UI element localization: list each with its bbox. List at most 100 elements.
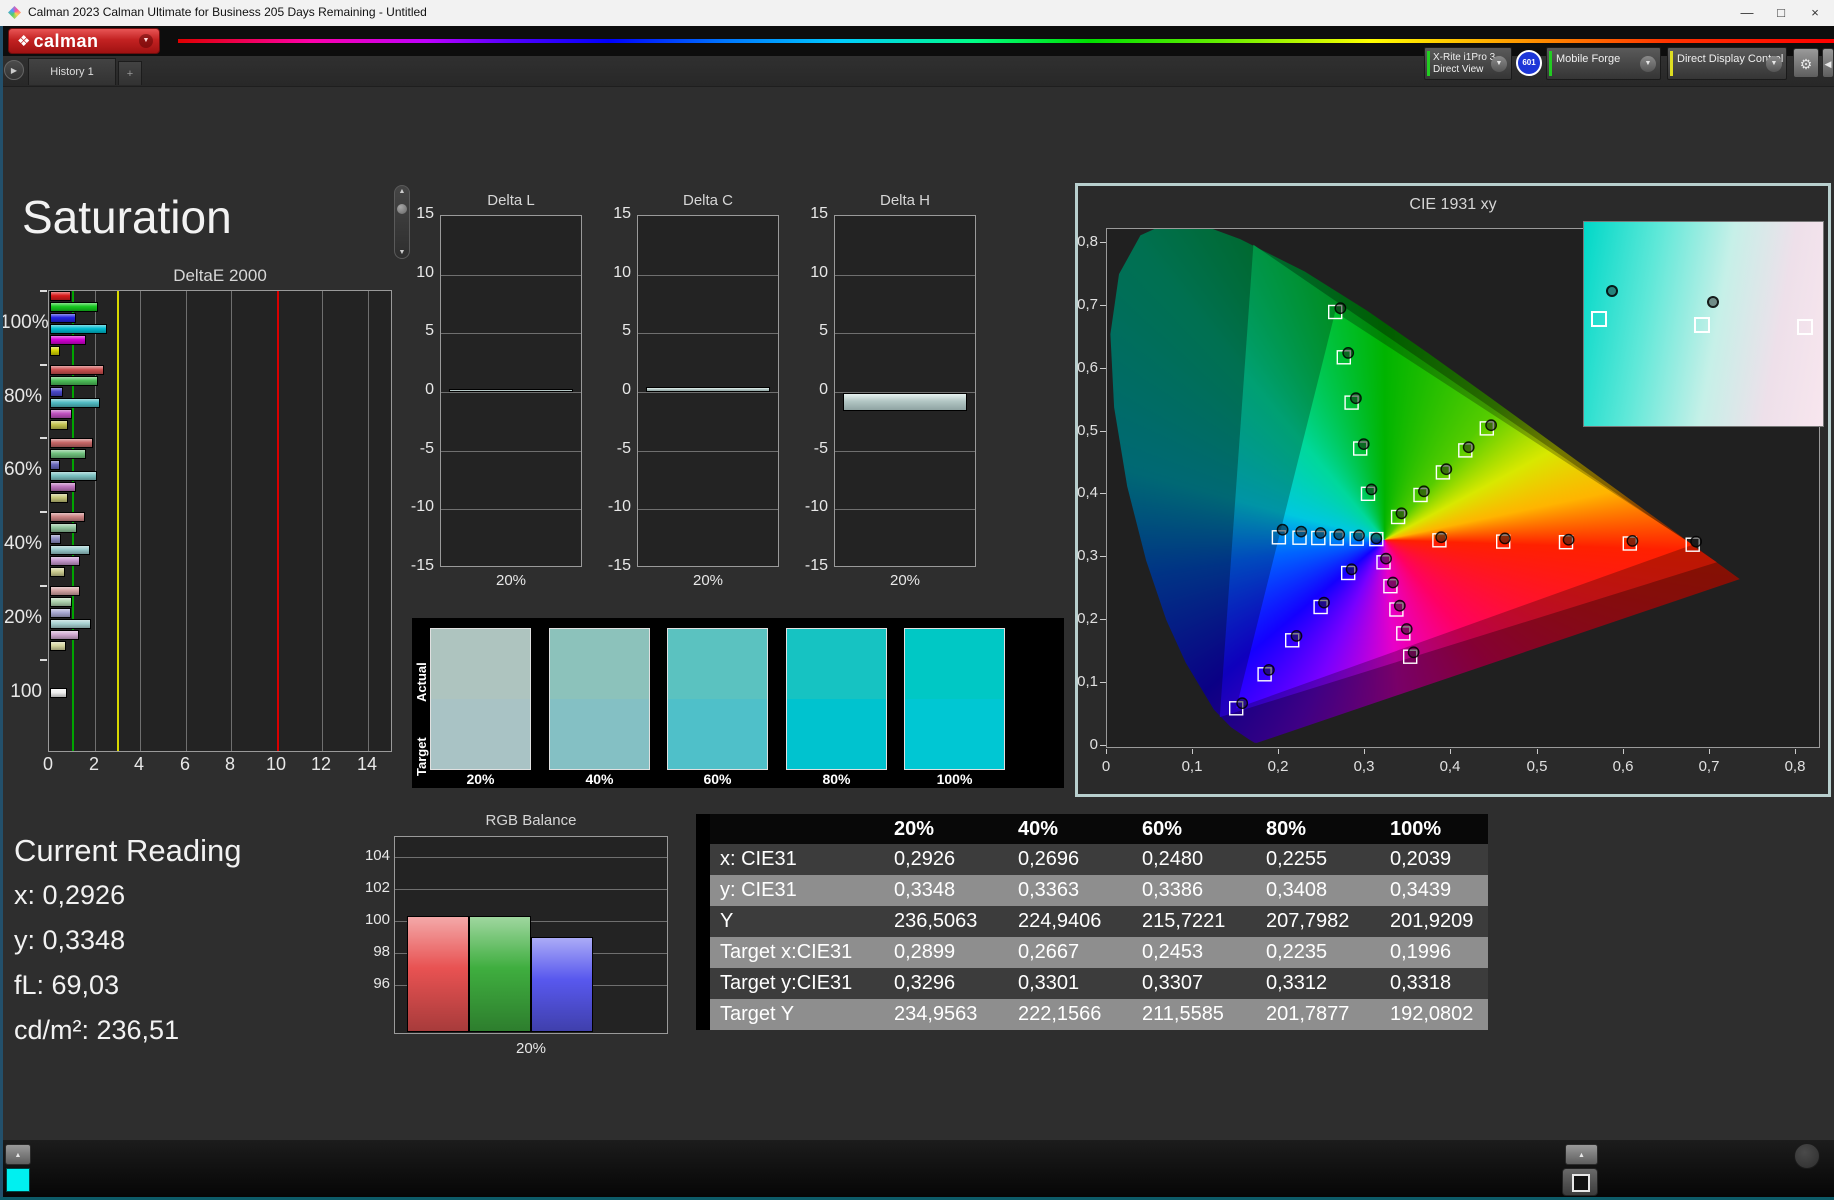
rgb-balance-chart [394,836,668,1034]
deltae-bar [50,438,94,449]
gridline [185,291,187,751]
arrow-up-icon: ▲ [1578,1152,1585,1159]
target-row-label: Target [414,737,429,776]
cie-y-label: 0,3 [1077,547,1098,564]
deltae-x-label: 6 [179,754,190,774]
table-cell: 0,2899 [868,937,992,968]
spectrum-bar [178,39,1834,43]
gridline [835,274,975,276]
scroll-down-icon[interactable]: ▼ [395,249,409,256]
minimize-button[interactable]: — [1730,0,1764,25]
rgb-y-label: 98 [373,943,390,960]
row-label: Y [710,906,868,937]
saturation-table: 20% 40% 60% 80% 100% x: CIE31 0,2926 0,2696 0,24… [696,814,1488,1030]
tab-scroll-button[interactable]: ▶ [4,60,24,80]
deltae-bar [50,607,71,618]
reading-x: x: 0,2926 [14,880,126,910]
cie-y-label: 0,6 [1077,359,1098,376]
collapse-controls-button[interactable]: ▲ [1565,1144,1598,1165]
table-cell: 222,1566 [992,999,1116,1030]
cie-x-label: 0,7 [1698,758,1720,775]
tick-mark [40,659,47,661]
measured-marker [1386,576,1399,589]
table-cell: 0,2667 [992,937,1116,968]
measured-marker [1357,438,1370,451]
calman-logo-text: calman [33,30,99,51]
calman-logo-icon: ❖ [17,33,31,50]
deltae-y-label: 60% [3,459,42,480]
chevron-down-icon[interactable]: ▼ [1491,55,1507,72]
reading-cdm2: cd/m²: 236,51 [14,1015,180,1045]
delta-chart-title: Delta C [682,192,734,209]
chevron-down-icon[interactable]: ▼ [1766,55,1782,72]
tick-mark [1100,493,1106,494]
stop-measure-button[interactable] [1562,1168,1598,1196]
measured-marker [1626,534,1639,547]
source-selector[interactable]: Mobile Forge ▼ [1546,47,1661,80]
deltae-bar [50,375,98,386]
delta-y-label: 5 [819,322,828,339]
deltae-y-label: 100% [0,312,49,333]
collapse-panel-button[interactable]: ◀ [1822,48,1834,78]
meter-name: X-Rite i1Pro 3 [1433,52,1496,63]
delta-y-label: -15 [410,557,434,574]
table-cell: 207,7982 [1240,906,1364,937]
measured-marker [1690,535,1702,548]
actual-swatch-half [550,629,649,699]
table-gutter [696,814,710,844]
scroll-up-icon[interactable]: ▲ [395,188,409,195]
meter-selector[interactable]: X-Rite i1Pro 3 Direct View ▼ [1424,47,1512,80]
tick-mark [1100,619,1106,620]
add-tab-button[interactable]: + [118,61,142,85]
deltae-y-label: 100 [10,681,42,702]
deltae-bar [50,397,101,408]
meter-status-stripe [1427,51,1430,76]
table-cell: 0,3301 [992,968,1116,999]
deltae-x-label: 4 [133,754,144,774]
measured-marker [1333,528,1346,541]
cie-y-label: 0,1 [1077,673,1098,690]
measured-marker [1276,523,1289,536]
page-title: Saturation [22,191,232,243]
table-header-row: 20% 40% 60% 80% 100% [696,814,1488,844]
deltae-x-label: 14 [356,754,378,774]
measured-marker [1498,532,1511,545]
measured-marker [1262,663,1275,676]
chevron-down-icon[interactable]: ▼ [139,34,153,48]
delta-y-label: 10 [416,264,434,281]
comparison-swatch [549,628,650,770]
gridline [441,274,581,276]
current-reading-title: Current Reading [14,833,242,868]
calman-menu-button[interactable]: ❖ calman ▼ [8,28,160,54]
settings-button[interactable]: ⚙ [1793,48,1819,78]
target-swatch-half [668,699,767,769]
display-control-selector[interactable]: Direct Display Control ▼ [1667,47,1787,80]
cie-y-label: 0,7 [1077,296,1098,313]
table-cell: 215,7221 [1116,906,1240,937]
colorspace-badge[interactable]: 601 [1516,50,1542,76]
cie-x-label: 0,5 [1526,758,1548,775]
collapse-tray-button[interactable]: ▲ [5,1144,31,1165]
swatch-label: 80% [822,771,851,787]
bottom-bar: ▲ 20%40%60%80%100% ▲ ■▶[‥]∞↻ « Back Next… [0,1140,1834,1197]
deltae-chart [48,290,392,752]
deltae-bar [50,629,79,640]
cie-x-label: 0,6 [1612,758,1634,775]
calman-app-icon [8,6,21,19]
gridline [441,509,581,511]
deltae-bar [50,596,72,607]
close-button[interactable]: × [1798,0,1832,25]
gridline [441,333,581,335]
chevron-down-icon[interactable]: ▼ [1640,55,1656,72]
deltaL-chart [440,215,582,567]
maximize-button[interactable]: □ [1764,0,1798,25]
tab-history-1[interactable]: History 1 [28,58,116,85]
source-name: Mobile Forge [1556,53,1621,65]
gridline [367,291,369,751]
measured-marker [1370,532,1383,545]
deltae-bar [50,386,63,397]
rgb-y-label: 104 [364,847,390,864]
table-cell: 0,3386 [1116,875,1240,906]
rgb-y-label: 102 [364,879,390,896]
delta-bar [843,393,967,412]
